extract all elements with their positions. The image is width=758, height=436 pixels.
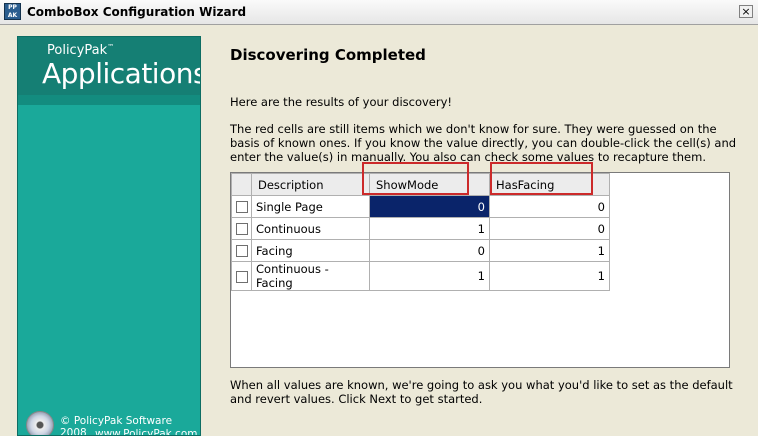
showmode-highlight-box bbox=[362, 162, 469, 195]
product-name: Applications bbox=[42, 57, 201, 90]
showmode-cell[interactable]: 0 bbox=[369, 195, 490, 218]
description-cell[interactable]: Single Page bbox=[251, 195, 370, 218]
table-row[interactable]: Continuous - Facing 1 1 bbox=[231, 261, 610, 291]
cd-icon bbox=[26, 411, 54, 435]
sidebar-banner: PolicyPak™ Applications © PolicyPak Soft… bbox=[17, 36, 201, 436]
table-row[interactable]: Continuous 1 0 bbox=[231, 217, 610, 240]
window-title: ComboBox Configuration Wizard bbox=[27, 5, 247, 19]
row-checkbox[interactable] bbox=[235, 201, 248, 213]
header-description[interactable]: Description bbox=[251, 173, 370, 196]
row-checkbox-cell bbox=[231, 239, 252, 262]
trademark: ™ bbox=[107, 43, 115, 51]
hasfacing-cell[interactable]: 1 bbox=[489, 261, 610, 291]
row-checkbox[interactable] bbox=[235, 270, 248, 283]
intro-text: Here are the results of your discovery! bbox=[230, 95, 453, 109]
row-checkbox[interactable] bbox=[235, 223, 248, 235]
row-checkbox-cell bbox=[231, 195, 252, 218]
brand-name: PolicyPak™ bbox=[47, 43, 114, 58]
brand-name-text: PolicyPak bbox=[47, 43, 108, 58]
description-cell[interactable]: Facing bbox=[251, 239, 370, 262]
row-checkbox-cell bbox=[231, 261, 252, 291]
showmode-cell[interactable]: 1 bbox=[369, 261, 490, 291]
close-button[interactable]: × bbox=[739, 5, 753, 18]
sidebar-band bbox=[18, 95, 200, 105]
header-check-column bbox=[231, 173, 252, 196]
description-cell[interactable]: Continuous bbox=[251, 217, 370, 240]
website-text: www.PolicyPak.com bbox=[95, 428, 198, 436]
hasfacing-cell[interactable]: 1 bbox=[489, 239, 610, 262]
explain-text-line-1: The red cells are still items which we d… bbox=[230, 122, 717, 136]
row-checkbox-cell bbox=[231, 217, 252, 240]
hasfacing-cell[interactable]: 0 bbox=[489, 217, 610, 240]
page-title: Discovering Completed bbox=[230, 46, 426, 64]
table-row[interactable]: Single Page 0 0 bbox=[231, 195, 610, 218]
footer-text-line-2: and revert values. Click Next to get sta… bbox=[230, 392, 483, 406]
results-grid[interactable]: Description ShowMode HasFacing Single Pa… bbox=[230, 172, 730, 368]
hasfacing-highlight-box bbox=[490, 162, 593, 195]
footer-text-line-1: When all values are known, we're going t… bbox=[230, 378, 733, 392]
app-icon: PP AK bbox=[4, 3, 21, 20]
sidebar-header: PolicyPak™ Applications bbox=[18, 37, 201, 95]
table-row[interactable]: Facing 0 1 bbox=[231, 239, 610, 262]
showmode-cell[interactable]: 0 bbox=[369, 239, 490, 262]
explain-text-line-2: basis of known ones. If you know the val… bbox=[230, 136, 737, 150]
row-checkbox[interactable] bbox=[235, 245, 248, 257]
showmode-cell[interactable]: 1 bbox=[369, 217, 490, 240]
title-bar: PP AK ComboBox Configuration Wizard × bbox=[0, 0, 758, 25]
description-cell[interactable]: Continuous - Facing bbox=[251, 261, 370, 291]
hasfacing-cell[interactable]: 0 bbox=[489, 195, 610, 218]
